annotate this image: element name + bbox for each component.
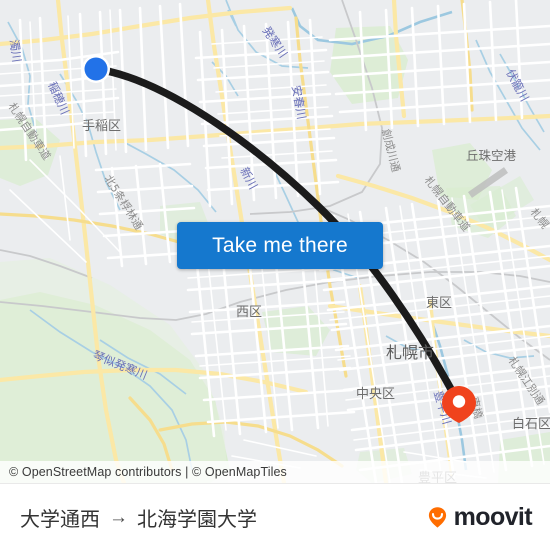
moovit-trip-map-screen: .bg{fill:#ebedef;} .green{fill:#d9ecd0;}…	[0, 0, 550, 550]
trip-footer: 大学通西 → 北海学園大学 moovit	[0, 483, 550, 550]
map-attribution: © OpenStreetMap contributors | © OpenMap…	[0, 461, 550, 483]
moovit-pin-icon	[428, 506, 446, 528]
svg-text:手稲区: 手稲区	[82, 119, 121, 134]
svg-text:白石区: 白石区	[512, 416, 550, 432]
svg-text:丘珠空港: 丘珠空港	[466, 148, 517, 163]
destination-name: 北海学園大学	[137, 508, 257, 531]
moovit-wordmark: moovit	[453, 502, 533, 531]
take-me-there-button[interactable]: Take me there	[177, 222, 383, 269]
svg-text:東区: 東区	[426, 295, 452, 311]
svg-text:西区: 西区	[236, 305, 262, 320]
svg-text:札幌市: 札幌市	[386, 343, 434, 362]
arrow-right-icon: →	[109, 506, 128, 528]
take-me-there-label: Take me there	[212, 233, 348, 257]
origin-marker	[82, 55, 110, 83]
route-summary: 大学通西 → 北海学園大学	[20, 503, 257, 532]
svg-text:中央区: 中央区	[356, 387, 395, 402]
attribution-text: © OpenStreetMap contributors | © OpenMap…	[9, 465, 287, 479]
moovit-logo[interactable]: moovit	[424, 502, 533, 531]
origin-name: 大学通西	[20, 508, 100, 531]
